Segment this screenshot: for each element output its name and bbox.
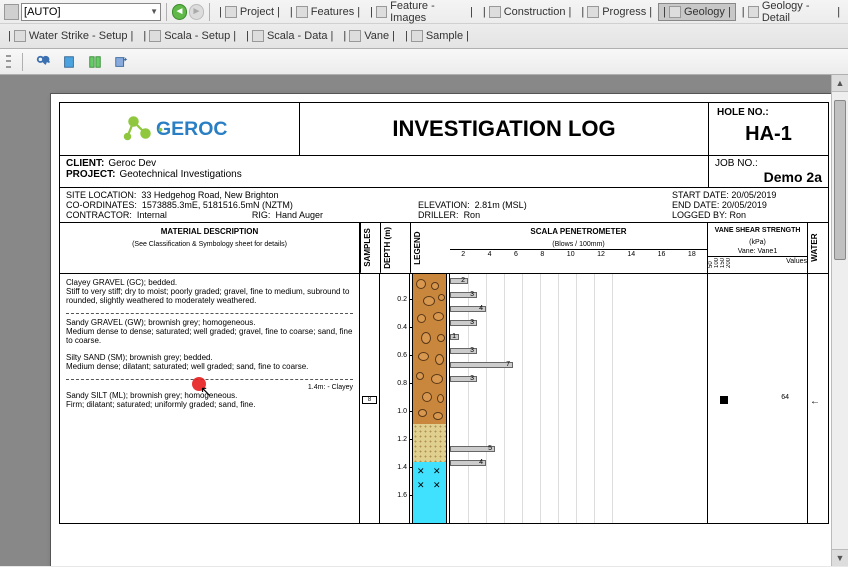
vane-scale: 50100150200Values [708, 256, 807, 269]
log-body: Clayey GRAVEL (GC); bedded.Stiff to very… [59, 274, 829, 524]
nav-back-button[interactable]: ◄ [172, 4, 187, 20]
scroll-up-button[interactable]: ▲ [832, 75, 848, 92]
site-location-label: SITE LOCATION: [66, 190, 136, 200]
start-date-label: START DATE: [672, 190, 729, 200]
col-material-sub: (See Classification & Symbology sheet fo… [60, 240, 359, 249]
hole-no-label: HOLE NO.: [717, 107, 820, 118]
toolbar-row-sub: | Water Strike - Setup | | Scala - Setup… [0, 24, 848, 48]
tab-geology[interactable]: | Geology | [658, 3, 736, 21]
report-page: GEROC INVESTIGATION LOG HOLE NO.: HA-1 C… [50, 93, 838, 566]
dataset-combo[interactable]: [AUTO] ▼ [21, 3, 161, 21]
report-title: INVESTIGATION LOG [300, 103, 708, 155]
tab-features[interactable]: | Features | [286, 3, 364, 21]
scroll-thumb[interactable] [834, 100, 846, 260]
job-no-label: JOB NO.: [715, 158, 758, 169]
elevation-value: 2.81m (MSL) [475, 200, 527, 210]
start-date-value: 20/05/2019 [731, 190, 776, 200]
page-single-icon[interactable] [60, 53, 78, 71]
tab-vane[interactable]: | Vane | [339, 27, 399, 45]
toolbar-grip [6, 54, 11, 70]
tab-construction[interactable]: | Construction | [479, 3, 575, 21]
col-scala-sub: (Blows / 100mm) [450, 240, 707, 249]
col-material-desc: MATERIAL DESCRIPTION [60, 223, 359, 240]
tab-sample[interactable]: | Sample | [401, 27, 473, 45]
nav-forward-button: ► [189, 4, 204, 20]
scala-column: 2343137354 [450, 274, 708, 523]
scroll-down-button[interactable]: ▼ [832, 549, 848, 566]
col-vane-sub: (kPa) [708, 238, 807, 247]
toolbar: [AUTO] ▼ ◄ ► | Project | | Features | | … [0, 0, 848, 49]
material-desc-column: Clayey GRAVEL (GC); bedded.Stiff to very… [60, 274, 360, 523]
logged-by-label: LOGGED BY: [672, 210, 727, 220]
driller-label: DRILLER: [418, 210, 459, 220]
client-value: Geroc Dev [108, 158, 156, 169]
col-scala: SCALA PENETROMETER [450, 223, 707, 240]
hole-no-value: HA-1 [717, 118, 820, 151]
col-water: WATER [808, 223, 828, 273]
tab-progress[interactable]: | Progress | [577, 3, 656, 21]
tab-geology-detail[interactable]: | Geology - Detail | [738, 3, 844, 21]
icon-toolbar [0, 49, 848, 75]
find-icon[interactable] [34, 53, 52, 71]
tab-water-strike-setup[interactable]: | Water Strike - Setup | [4, 27, 137, 45]
site-details: SITE LOCATION: 33 Hedgehog Road, New Bri… [59, 188, 829, 223]
sample-marker: 8 [362, 396, 377, 404]
samples-column: 8 [360, 274, 380, 523]
col-vane: VANE SHEAR STRENGTH [708, 223, 807, 238]
legend-column: ✕ ✕ ✕ ✕ [410, 274, 450, 523]
col-depth: DEPTH (m) [380, 223, 410, 273]
logo-cell: GEROC [60, 103, 300, 155]
hole-no-cell: HOLE NO.: HA-1 [708, 103, 828, 155]
tab-project[interactable]: | Project | [215, 3, 284, 21]
depth-column: 0.20.40.60.81.01.21.41.6 [380, 274, 410, 523]
export-icon[interactable] [112, 53, 130, 71]
app-icon [4, 4, 19, 20]
vane-column: 64 [708, 274, 808, 523]
contractor-value: Internal [137, 210, 167, 220]
rig-value: Hand Auger [275, 210, 323, 220]
geroc-logo: GEROC [120, 111, 240, 147]
report-viewer: GEROC INVESTIGATION LOG HOLE NO.: HA-1 C… [0, 75, 848, 566]
water-strike-arrow: ← [810, 396, 820, 407]
legend-gravel [412, 274, 447, 424]
rig-label: RIG: [252, 210, 271, 220]
vane-value: 64 [781, 394, 789, 401]
job-no-value: Demo 2a [764, 169, 822, 185]
log-column-headers: MATERIAL DESCRIPTION (See Classification… [59, 223, 829, 274]
elevation-label: ELEVATION: [418, 200, 470, 210]
logged-by-value: Ron [730, 210, 747, 220]
driller-value: Ron [464, 210, 481, 220]
toolbar-row-main: [AUTO] ▼ ◄ ► | Project | | Features | | … [0, 0, 848, 24]
water-column: ← [808, 274, 828, 523]
col-samples: SAMPLES [360, 223, 380, 273]
scala-scale: 24681012141618 [450, 249, 707, 259]
tab-scala-data[interactable]: | Scala - Data | [242, 27, 337, 45]
page-multi-icon[interactable] [86, 53, 104, 71]
legend-silt: ✕ ✕ ✕ ✕ [412, 462, 447, 524]
svg-text:GEROC: GEROC [156, 118, 228, 140]
site-location-value: 33 Hedgehog Road, New Brighton [141, 190, 278, 200]
vane-point [720, 396, 728, 404]
vertical-scrollbar[interactable]: ▲ ▼ [831, 75, 848, 566]
col-vane-sub2: Vane: Vane1 [708, 247, 807, 256]
coords-label: CO-ORDINATES: [66, 200, 137, 210]
project-label: PROJECT: [66, 169, 115, 180]
end-date-value: 20/05/2019 [722, 200, 767, 210]
end-date-label: END DATE: [672, 200, 719, 210]
col-legend: LEGEND [410, 223, 450, 273]
client-label: CLIENT: [66, 158, 104, 169]
coords-value: 1573885.3mE, 5181516.5mN (NZTM) [142, 200, 293, 210]
tab-feature-images[interactable]: | Feature - Images | [366, 3, 477, 21]
tab-scala-setup[interactable]: | Scala - Setup | [139, 27, 240, 45]
project-value: Geotechnical Investigations [119, 169, 241, 180]
contractor-label: CONTRACTOR: [66, 210, 132, 220]
chevron-down-icon: ▼ [150, 7, 158, 16]
dataset-combo-value: [AUTO] [24, 6, 60, 18]
legend-sand [412, 424, 447, 462]
